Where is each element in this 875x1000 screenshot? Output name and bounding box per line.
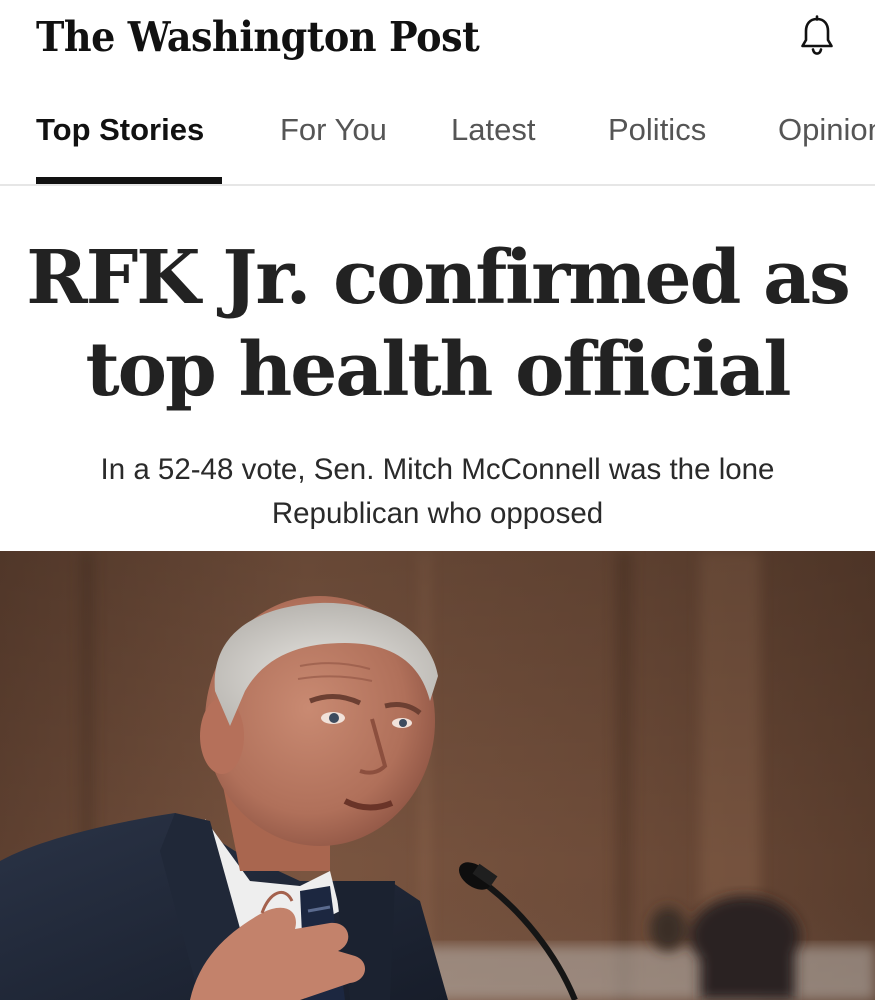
story-photo-illustration (0, 551, 875, 1000)
headline-line-2: top health official (85, 327, 791, 413)
tab-opinion[interactable]: Opinion (778, 110, 875, 150)
tab-for-you[interactable]: For You (280, 110, 387, 150)
active-tab-indicator (36, 177, 222, 184)
story-photo[interactable] (0, 551, 875, 1000)
tab-top-stories[interactable]: Top Stories (36, 110, 204, 150)
bell-icon (801, 15, 833, 55)
tab-politics[interactable]: Politics (608, 110, 706, 150)
washington-post-logo[interactable]: The Washington Post (36, 8, 480, 66)
masthead: The Washington Post (0, 0, 875, 80)
headline-line-1: RFK Jr. confirmed as (26, 235, 850, 321)
story-subheadline: In a 52-48 vote, Sen. Mitch McConnell wa… (100, 453, 775, 530)
tab-latest[interactable]: Latest (451, 110, 535, 150)
section-tabs: Top Stories For You Latest Politics Opin… (0, 98, 875, 186)
notifications-button[interactable] (796, 14, 838, 58)
story-headline[interactable]: RFK Jr. confirmed as top health official (20, 232, 855, 416)
